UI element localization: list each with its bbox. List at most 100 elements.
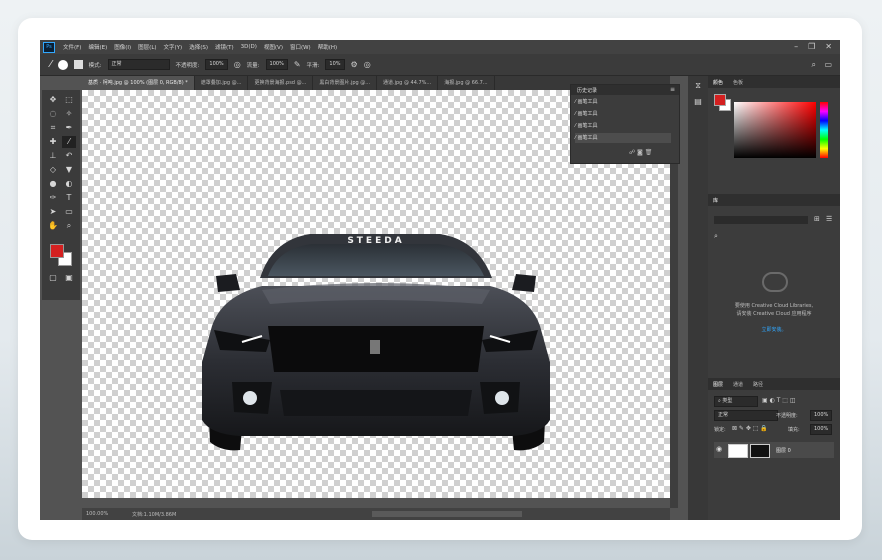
- clone-stamp-tool-icon[interactable]: ⊥: [46, 150, 60, 162]
- screen-mode-icon[interactable]: ▣: [62, 272, 76, 284]
- blur-tool-icon[interactable]: ●: [46, 178, 60, 190]
- quick-mask-icon[interactable]: ▢: [46, 272, 60, 284]
- list-view-icon[interactable]: ☰: [826, 215, 832, 223]
- tab-libraries[interactable]: 库: [708, 197, 723, 204]
- history-item-selected[interactable]: ⁄ 画笔工具: [575, 133, 671, 143]
- layer-row[interactable]: ◉ 图层 0: [714, 442, 834, 458]
- properties-panel-icon[interactable]: ▤: [691, 96, 705, 108]
- lock-icons[interactable]: ⊠ ✎ ✥ ⬚ 🔒: [732, 425, 768, 432]
- trash-icon[interactable]: 🗑: [645, 149, 653, 156]
- cc-message-line-2: 请安装 Creative Cloud 应用程序: [736, 311, 812, 317]
- horizontal-scrollbar[interactable]: [372, 511, 522, 517]
- hue-slider[interactable]: [820, 102, 828, 158]
- grid-view-icon[interactable]: ⊞: [814, 215, 820, 223]
- layer-name[interactable]: 图层 0: [776, 447, 791, 454]
- paint-bucket-tool-icon[interactable]: ▼: [62, 164, 76, 176]
- pressure-size-icon[interactable]: ◎: [364, 60, 371, 69]
- magic-wand-tool-icon[interactable]: ✧: [62, 108, 76, 120]
- tab-document[interactable]: 更换背景海报.psd @...: [248, 76, 314, 90]
- close-icon[interactable]: ✕: [825, 42, 832, 51]
- eyedropper-tool-icon[interactable]: ✒: [62, 122, 76, 134]
- tab-document[interactable]: 海报.jpg @ 66.7...: [438, 76, 495, 90]
- fill-input[interactable]: 100%: [810, 424, 833, 435]
- history-brush-tool-icon[interactable]: ↶: [62, 150, 76, 162]
- zoom-readout[interactable]: 100.00%: [86, 511, 108, 517]
- menu-filter[interactable]: 滤镜(T): [215, 43, 234, 51]
- tools-panel: ✥ ⬚ ◌ ✧ ⌗ ✒ ✚ ⁄ ⊥ ↶ ◇ ▼ ● ◐ ✑ T ➤ ▭ ✋ ⌕ …: [42, 90, 80, 300]
- pen-tool-icon[interactable]: ✑: [46, 192, 60, 204]
- brush-tool-selected-icon[interactable]: ⁄: [62, 136, 76, 148]
- history-panel-title[interactable]: 历史记录: [577, 87, 597, 94]
- restore-icon[interactable]: ❐: [808, 42, 815, 51]
- menu-select[interactable]: 选择(S): [189, 43, 208, 51]
- hand-tool-icon[interactable]: ✋: [46, 220, 60, 232]
- pressure-opacity-icon[interactable]: ◎: [234, 60, 241, 69]
- layer-filter-icons[interactable]: ▣ ◐ T ⬚ ◫: [762, 397, 796, 404]
- airbrush-icon[interactable]: ✎: [294, 60, 301, 69]
- path-selection-tool-icon[interactable]: ➤: [46, 206, 60, 218]
- menu-file[interactable]: 文件(F): [63, 43, 81, 51]
- history-item[interactable]: ⁄ 画笔工具: [575, 121, 671, 131]
- tab-paths[interactable]: 路径: [748, 381, 768, 388]
- tab-document[interactable]: 遮罩叠加.jpg @...: [195, 76, 249, 90]
- tab-layers[interactable]: 图层: [708, 381, 728, 388]
- crop-tool-icon[interactable]: ⌗: [46, 122, 60, 134]
- menu-3d[interactable]: 3D(D): [241, 44, 257, 50]
- panel-fg-swatch[interactable]: [714, 94, 726, 106]
- cc-install-link[interactable]: 立即安装。: [714, 326, 834, 333]
- menu-edit[interactable]: 编辑(E): [88, 43, 107, 51]
- menu-type[interactable]: 文字(Y): [164, 43, 183, 51]
- menu-window[interactable]: 窗口(W): [290, 43, 311, 51]
- tab-channels[interactable]: 通道: [728, 381, 748, 388]
- panel-menu-icon[interactable]: ≡: [670, 86, 675, 93]
- fill-label: 填充:: [788, 427, 800, 433]
- library-search-icon[interactable]: ⌕: [714, 232, 718, 241]
- flow-input[interactable]: 100%: [265, 59, 288, 70]
- history-panel: 历史记录 ≡ ⁄ 画笔工具 ⁄ 画笔工具 ⁄ 画笔工具 ⁄ 画笔工具 ☍ ◙ 🗑: [570, 84, 680, 164]
- history-panel-icon[interactable]: ⧖: [691, 80, 705, 92]
- new-document-from-state-icon[interactable]: ☍: [629, 149, 635, 156]
- move-tool-icon[interactable]: ✥: [46, 94, 60, 106]
- history-item-label: 画笔工具: [577, 135, 598, 141]
- library-search-input[interactable]: [714, 216, 808, 224]
- search-icon[interactable]: ⌕: [812, 60, 816, 70]
- menu-view[interactable]: 视图(V): [264, 43, 283, 51]
- brush-tool-icon[interactable]: ⁄: [50, 59, 52, 70]
- gear-icon[interactable]: ⚙: [351, 60, 358, 69]
- layer-blend-mode-select[interactable]: 正常: [714, 410, 778, 421]
- color-picker-field[interactable]: [734, 102, 816, 158]
- type-tool-icon[interactable]: T: [62, 192, 76, 204]
- foreground-color-swatch[interactable]: [50, 244, 64, 258]
- creative-cloud-icon: [762, 272, 788, 292]
- brush-settings-icon[interactable]: [73, 60, 83, 69]
- dodge-tool-icon[interactable]: ◐: [62, 178, 76, 190]
- document-info[interactable]: 文档:1.10M/3.86M: [132, 511, 176, 518]
- zoom-tool-icon[interactable]: ⌕: [62, 220, 76, 232]
- layer-opacity-input[interactable]: 100%: [810, 410, 833, 421]
- smoothing-input[interactable]: 10%: [325, 59, 345, 70]
- mode-select[interactable]: 正常: [107, 59, 170, 70]
- minimize-icon[interactable]: –: [794, 42, 798, 51]
- tab-document[interactable]: 黑白背景图片.jpg @...: [313, 76, 378, 90]
- brush-preset-picker[interactable]: [57, 59, 68, 70]
- layer-kind-filter[interactable]: ⌕ 类型: [714, 396, 758, 407]
- tab-document-active[interactable]: 基质 · 柯吨.jpg @ 100% (图层 0, RGB/8) *: [82, 76, 195, 90]
- menu-help[interactable]: 帮助(H): [318, 43, 337, 51]
- tab-color[interactable]: 颜色: [708, 79, 728, 86]
- rectangle-tool-icon[interactable]: ▭: [62, 206, 76, 218]
- eraser-tool-icon[interactable]: ◇: [46, 164, 60, 176]
- menu-image[interactable]: 图像(I): [114, 43, 131, 51]
- history-item[interactable]: ⁄ 画笔工具: [575, 97, 671, 107]
- camera-icon[interactable]: ◙: [637, 149, 643, 156]
- healing-brush-tool-icon[interactable]: ✚: [46, 136, 60, 148]
- tab-document[interactable]: 通道.jpg @ 44.7%...: [377, 76, 439, 90]
- history-item[interactable]: ⁄ 画笔工具: [575, 109, 671, 119]
- menu-layer[interactable]: 图层(L): [138, 43, 156, 51]
- marquee-tool-icon[interactable]: ⬚: [62, 94, 76, 106]
- layer-opacity-label: 不透明度:: [776, 413, 798, 419]
- tab-swatches[interactable]: 色板: [728, 79, 748, 86]
- opacity-input[interactable]: 100%: [205, 59, 228, 70]
- workspace-icon[interactable]: ▭: [824, 60, 832, 69]
- lasso-tool-icon[interactable]: ◌: [46, 108, 60, 120]
- visibility-eye-icon[interactable]: ◉: [716, 445, 722, 453]
